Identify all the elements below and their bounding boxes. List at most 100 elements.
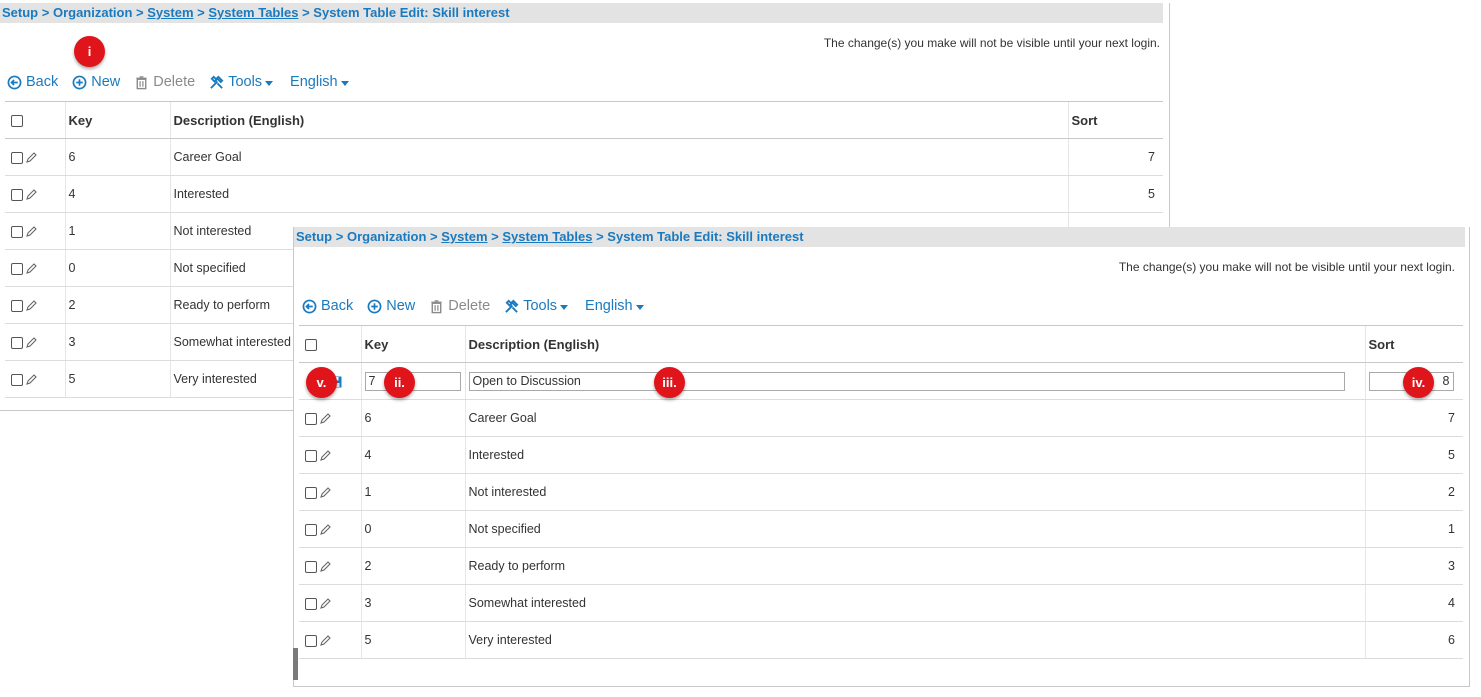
breadcrumb-separator: > (430, 229, 438, 244)
tools-dropdown[interactable]: Tools (209, 74, 274, 90)
back-label: Back (321, 298, 354, 314)
pencil-icon[interactable] (319, 486, 331, 499)
select-all-checkbox[interactable] (11, 115, 23, 128)
table-row[interactable]: 2 Ready to perform 3 (299, 547, 1463, 585)
row-checkbox[interactable] (305, 412, 317, 425)
delete-button[interactable]: Delete (134, 74, 195, 90)
table-row[interactable]: 4 Interested 5 (299, 436, 1463, 474)
tools-dropdown[interactable]: Tools (504, 298, 569, 314)
row-checkbox[interactable] (11, 336, 23, 349)
new-label: New (91, 74, 121, 90)
breadcrumb-system-tables[interactable]: System Tables (502, 229, 592, 244)
select-all-checkbox[interactable] (305, 339, 317, 352)
chevron-down-icon (265, 80, 274, 86)
table-row[interactable]: 5 Very interested 6 (299, 621, 1463, 659)
new-description-input[interactable] (468, 371, 1345, 391)
breadcrumb-separator: > (302, 5, 310, 20)
breadcrumb-separator: > (335, 229, 344, 244)
table-header-row: Key Description (English) Sort (5, 101, 1163, 139)
language-dropdown[interactable]: English (585, 298, 644, 314)
pencil-icon[interactable] (25, 151, 37, 164)
breadcrumb-system-tables[interactable]: System Tables (208, 5, 298, 20)
pencil-icon[interactable] (319, 634, 331, 647)
column-header-key[interactable]: Key (64, 101, 170, 139)
breadcrumb-setup[interactable]: Setup (296, 229, 332, 244)
breadcrumb-system[interactable]: System (147, 5, 193, 20)
key-cell: 0 (360, 510, 465, 548)
pencil-icon[interactable] (319, 597, 331, 610)
scrollbar-stub[interactable] (293, 648, 298, 680)
table-row[interactable]: 6 Career Goal 7 (299, 399, 1463, 437)
pencil-icon[interactable] (25, 262, 37, 275)
column-header-description[interactable]: Description (English) (464, 325, 1365, 363)
key-cell: 5 (360, 621, 465, 659)
new-row-editor (299, 362, 1463, 400)
new-button[interactable]: New (72, 74, 120, 90)
breadcrumb: Setup > Organization > System > System T… (0, 3, 1163, 23)
table-row[interactable]: 0 Not specified 1 (299, 510, 1463, 548)
row-actions-cell (299, 584, 361, 622)
key-cell: 2 (64, 286, 170, 324)
row-checkbox[interactable] (305, 597, 317, 610)
column-header-key[interactable]: Key (360, 325, 465, 363)
key-cell: 4 (360, 436, 465, 474)
pencil-icon[interactable] (319, 523, 331, 536)
description-cell: Career Goal (169, 138, 1068, 176)
annotation-marker-iv: iv. (1403, 367, 1434, 398)
table-row[interactable]: 6 Career Goal 7 (5, 138, 1163, 176)
row-checkbox[interactable] (11, 151, 23, 164)
description-cell: Very interested (464, 621, 1365, 659)
sort-cell: 4 (1364, 584, 1463, 622)
row-checkbox[interactable] (11, 373, 23, 386)
pencil-icon[interactable] (319, 449, 331, 462)
column-header-sort[interactable]: Sort (1067, 101, 1163, 139)
new-label: New (386, 298, 416, 314)
sort-cell: 1 (1364, 510, 1463, 548)
language-dropdown[interactable]: English (290, 74, 349, 90)
pencil-icon[interactable] (25, 188, 37, 201)
column-header-description[interactable]: Description (English) (169, 101, 1068, 139)
row-actions-cell (299, 399, 361, 437)
select-all-cell (5, 101, 65, 139)
new-button[interactable]: New (367, 298, 415, 314)
row-actions-cell (5, 212, 65, 250)
row-checkbox[interactable] (305, 449, 317, 462)
row-actions-cell (299, 436, 361, 474)
breadcrumb-organization[interactable]: Organization (347, 229, 426, 244)
pencil-icon[interactable] (25, 373, 37, 386)
breadcrumb: Setup > Organization > System > System T… (294, 227, 1465, 247)
row-checkbox[interactable] (305, 523, 317, 536)
column-header-sort[interactable]: Sort (1364, 325, 1463, 363)
pencil-icon[interactable] (25, 299, 37, 312)
key-cell: 1 (360, 473, 465, 511)
pencil-icon[interactable] (25, 225, 37, 238)
row-checkbox[interactable] (305, 486, 317, 499)
table-row[interactable]: 3 Somewhat interested 4 (299, 584, 1463, 622)
pencil-icon[interactable] (319, 412, 331, 425)
key-cell: 4 (64, 175, 170, 213)
pencil-icon[interactable] (319, 560, 331, 573)
description-cell: Career Goal (464, 399, 1365, 437)
breadcrumb-separator: > (197, 5, 205, 20)
row-checkbox[interactable] (11, 188, 23, 201)
table-row[interactable]: 1 Not interested 2 (299, 473, 1463, 511)
table-row[interactable]: 4 Interested 5 (5, 175, 1163, 213)
toolbar: Back New Delete Tools English (302, 295, 658, 317)
breadcrumb-system[interactable]: System (441, 229, 487, 244)
row-checkbox[interactable] (11, 299, 23, 312)
annotation-marker-ii: ii. (384, 367, 415, 398)
back-button[interactable]: Back (7, 74, 58, 90)
delete-button[interactable]: Delete (429, 298, 490, 314)
pencil-icon[interactable] (25, 336, 37, 349)
sort-cell: 5 (1364, 436, 1463, 474)
row-checkbox[interactable] (305, 560, 317, 573)
sort-cell: 5 (1067, 175, 1163, 213)
row-checkbox[interactable] (11, 225, 23, 238)
breadcrumb-organization[interactable]: Organization (53, 5, 132, 20)
breadcrumb-setup[interactable]: Setup (2, 5, 38, 20)
key-cell: 0 (64, 249, 170, 287)
row-checkbox[interactable] (305, 634, 317, 647)
back-button[interactable]: Back (302, 298, 353, 314)
plus-circle-icon (72, 75, 87, 89)
row-checkbox[interactable] (11, 262, 23, 275)
